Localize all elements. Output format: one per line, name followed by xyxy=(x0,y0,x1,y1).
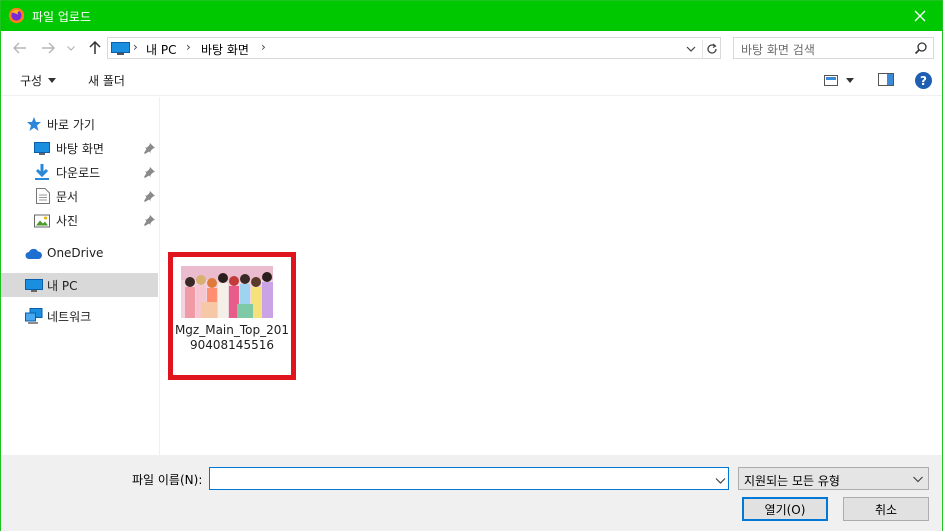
refresh-button[interactable] xyxy=(702,40,720,58)
filetype-label: 지원되는 모든 유형 xyxy=(744,474,840,488)
bottom-bar: 파일 이름(N): 지원되는 모든 유형 열기(O) 취소 xyxy=(1,455,942,531)
arrow-left-icon xyxy=(13,42,26,54)
up-button[interactable] xyxy=(86,39,104,57)
caret-down-icon xyxy=(48,78,57,83)
close-button[interactable] xyxy=(900,1,940,31)
sidebar-item-downloads[interactable]: 다운로드 xyxy=(1,160,158,184)
sidebar-item-this-pc[interactable]: 내 PC xyxy=(1,273,158,297)
network-icon xyxy=(25,308,43,324)
chevron-right-icon[interactable]: › xyxy=(186,40,191,54)
breadcrumb-desktop[interactable]: 바탕 화면 xyxy=(201,41,249,58)
sidebar-item-quick-access[interactable]: 바로 가기 xyxy=(1,112,158,136)
new-folder-button[interactable]: 새 폴더 xyxy=(88,72,125,89)
firefox-icon xyxy=(8,7,25,24)
sidebar-label-pictures: 사진 xyxy=(56,213,79,228)
search-placeholder: 바탕 화면 검색 xyxy=(741,43,815,57)
navigation-row: › 내 PC › 바탕 화면 › 바탕 화면 검색 xyxy=(1,31,942,64)
computer-icon xyxy=(111,42,130,55)
navigation-pane: 바로 가기 바탕 화면 다운로드 문서 사진 OneDrive 내 PC 네트워… xyxy=(1,97,160,455)
sidebar-item-pictures[interactable]: 사진 xyxy=(1,208,158,232)
chevron-right-icon[interactable]: › xyxy=(261,40,266,54)
open-button[interactable]: 열기(O) xyxy=(742,497,828,521)
sidebar-label-onedrive: OneDrive xyxy=(47,246,104,260)
change-view-button[interactable] xyxy=(824,71,860,89)
new-folder-label: 새 폴더 xyxy=(88,74,125,88)
filename-label: 파일 이름(N): xyxy=(132,473,203,487)
filetype-select[interactable]: 지원되는 모든 유형 xyxy=(738,467,929,490)
chevron-down-icon xyxy=(67,45,75,51)
sidebar-item-documents[interactable]: 문서 xyxy=(1,184,158,208)
search-box[interactable]: 바탕 화면 검색 xyxy=(733,37,934,59)
filename-input[interactable] xyxy=(209,467,729,490)
file-list[interactable]: Mgz_Main_Top_20190408145516 xyxy=(161,97,942,455)
caret-down-icon xyxy=(846,77,854,83)
pictures-icon xyxy=(34,214,50,228)
preview-pane-icon[interactable] xyxy=(878,73,894,86)
file-name: Mgz_Main_Top_20190408145516 xyxy=(174,323,290,352)
sidebar-label-this-pc: 내 PC xyxy=(47,278,78,293)
sidebar-label-downloads: 다운로드 xyxy=(56,165,101,180)
forward-button[interactable] xyxy=(39,39,57,57)
arrow-right-icon xyxy=(42,42,55,54)
back-button[interactable] xyxy=(11,39,29,57)
desktop-icon xyxy=(34,142,50,155)
address-dropdown-icon[interactable] xyxy=(684,42,698,56)
sidebar-item-onedrive[interactable]: OneDrive xyxy=(1,241,158,265)
window-title: 파일 업로드 xyxy=(32,10,92,24)
chevron-down-icon[interactable] xyxy=(714,474,727,487)
cloud-icon xyxy=(25,248,42,259)
help-button[interactable]: ? xyxy=(915,72,932,89)
computer-icon xyxy=(25,279,43,292)
chevron-down-icon xyxy=(913,476,923,483)
sidebar-label-documents: 문서 xyxy=(56,189,79,204)
pin-icon[interactable] xyxy=(144,167,155,178)
download-icon xyxy=(35,164,49,180)
image-thumbnail xyxy=(181,266,273,318)
sidebar-item-desktop[interactable]: 바탕 화면 xyxy=(1,136,158,160)
pin-icon[interactable] xyxy=(144,215,155,226)
breadcrumb-this-pc[interactable]: 내 PC xyxy=(146,41,176,58)
chevron-right-icon: › xyxy=(133,40,138,54)
view-icon xyxy=(824,74,838,86)
organize-button[interactable]: 구성 xyxy=(20,72,57,89)
title-bar: 파일 업로드 xyxy=(1,1,942,31)
file-item[interactable]: Mgz_Main_Top_20190408145516 xyxy=(168,252,296,380)
sidebar-label-desktop: 바탕 화면 xyxy=(56,141,104,156)
file-upload-dialog: 파일 업로드 › 내 PC › 바탕 화면 › 바탕 화면 검색 구성 새 폴더… xyxy=(0,0,943,531)
command-toolbar: 구성 새 폴더 ? xyxy=(1,64,942,96)
document-icon xyxy=(36,188,50,204)
star-icon xyxy=(27,117,41,131)
address-bar[interactable]: › 내 PC › 바탕 화면 › xyxy=(107,37,721,59)
search-icon[interactable] xyxy=(914,41,928,55)
recent-locations-button[interactable] xyxy=(65,39,77,57)
cancel-button[interactable]: 취소 xyxy=(843,497,929,521)
close-icon xyxy=(914,10,926,22)
organize-label: 구성 xyxy=(20,74,43,88)
sidebar-label-network: 네트워크 xyxy=(47,309,92,324)
sidebar-label-quick-access: 바로 가기 xyxy=(47,117,95,132)
arrow-up-icon xyxy=(89,41,101,54)
refresh-icon xyxy=(706,43,717,54)
pin-icon[interactable] xyxy=(144,143,155,154)
sidebar-item-network[interactable]: 네트워크 xyxy=(1,304,158,328)
pin-icon[interactable] xyxy=(144,191,155,202)
